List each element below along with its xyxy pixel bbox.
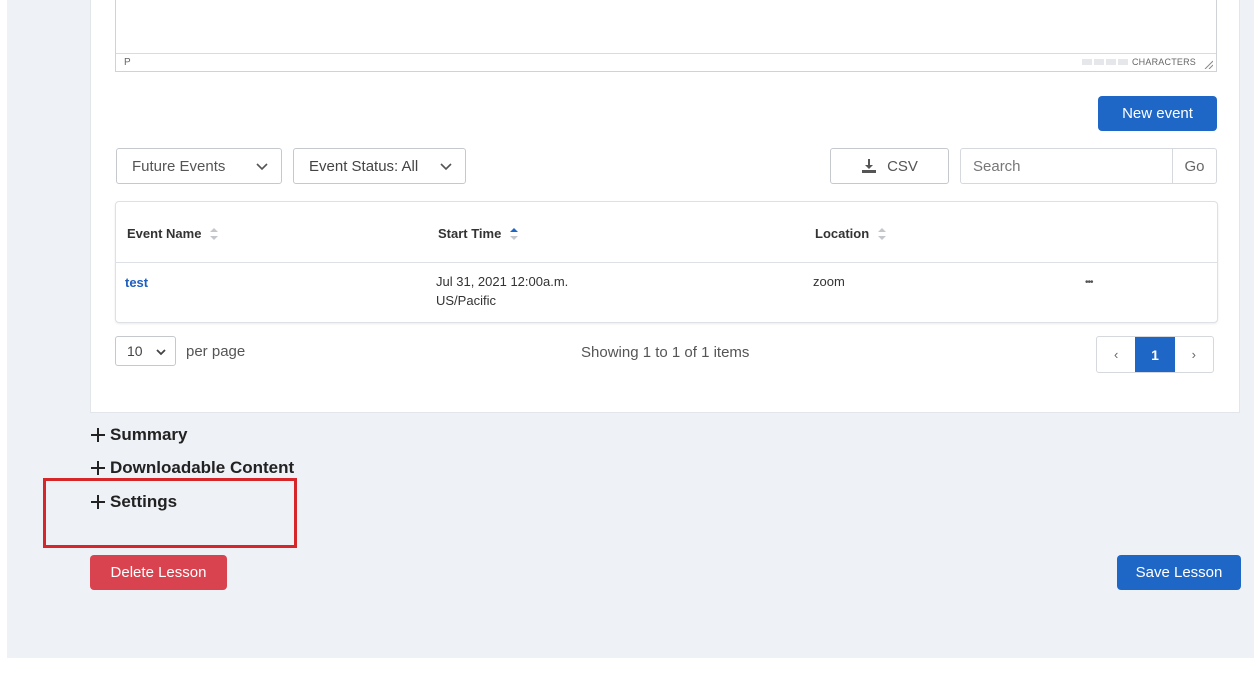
header-divider [116,262,1217,263]
character-counter: CHARACTERS [1081,57,1196,67]
column-label: Event Name [127,226,202,241]
column-header-event-name[interactable]: Event Name [127,226,219,241]
page-1-button[interactable]: 1 [1135,337,1175,372]
per-page-select[interactable]: 10 [115,336,176,366]
sort-icon [210,227,219,240]
character-counter-label: CHARACTERS [1131,57,1196,67]
csv-label: CSV [887,157,918,175]
rich-text-editor[interactable]: P CHARACTERS [115,0,1217,72]
editor-element-path[interactable]: P [124,57,131,68]
section-summary[interactable]: Summary [88,425,187,445]
per-page-value: 10 [127,343,143,359]
column-label: Start Time [438,226,502,241]
section-downloadable-content[interactable]: Downloadable Content [88,458,294,478]
save-lesson-button[interactable]: Save Lesson [1117,555,1241,590]
chevron-down-icon [256,163,268,171]
more-options-icon[interactable]: ••• [1085,273,1093,292]
delete-lesson-button[interactable]: Delete Lesson [90,555,227,590]
event-name-link[interactable]: test [125,273,148,292]
events-table: Event Name Start Time Location test Jul … [115,201,1218,323]
sort-icon [878,227,887,240]
column-header-location[interactable]: Location [815,226,887,241]
plus-icon [91,461,105,475]
column-label: Location [815,226,870,241]
start-time-date: Jul 31, 2021 12:00a.m. [436,274,569,289]
search-input[interactable] [961,149,1172,183]
highlight-box [43,478,297,548]
per-page-label: per page [186,342,246,360]
chevron-down-icon [156,349,166,356]
download-icon [862,159,877,173]
chevron-down-icon [440,163,452,171]
search-box: Go [960,148,1217,184]
showing-count: Showing 1 to 1 of 1 items [581,344,750,361]
section-title: Summary [110,425,188,444]
previous-page-button[interactable]: ‹ [1097,337,1135,372]
editor-statusbar: P CHARACTERS [116,53,1216,71]
column-header-start-time[interactable]: Start Time [438,226,519,241]
start-time-cell: Jul 31, 2021 12:00a.m. US/Pacific [436,272,568,310]
sort-ascending-icon [510,227,519,240]
start-time-zone: US/Pacific [436,293,496,308]
new-event-button[interactable]: New event [1098,96,1217,131]
next-page-button[interactable]: › [1175,337,1213,372]
go-button[interactable]: Go [1172,149,1216,183]
plus-icon [91,428,105,442]
per-page-control: 10 per page [115,336,245,366]
csv-export-button[interactable]: CSV [830,148,949,184]
location-cell: zoom [813,274,845,289]
time-filter-value: Future Events [132,157,226,175]
section-title: Downloadable Content [110,458,295,477]
event-status-select[interactable]: Event Status: All [293,148,466,184]
counter-placeholder [1081,59,1128,65]
pagination: ‹ 1 › [1096,336,1214,373]
time-filter-select[interactable]: Future Events [116,148,282,184]
event-status-value: Event Status: All [309,157,419,175]
resize-handle-icon[interactable] [1203,59,1213,69]
